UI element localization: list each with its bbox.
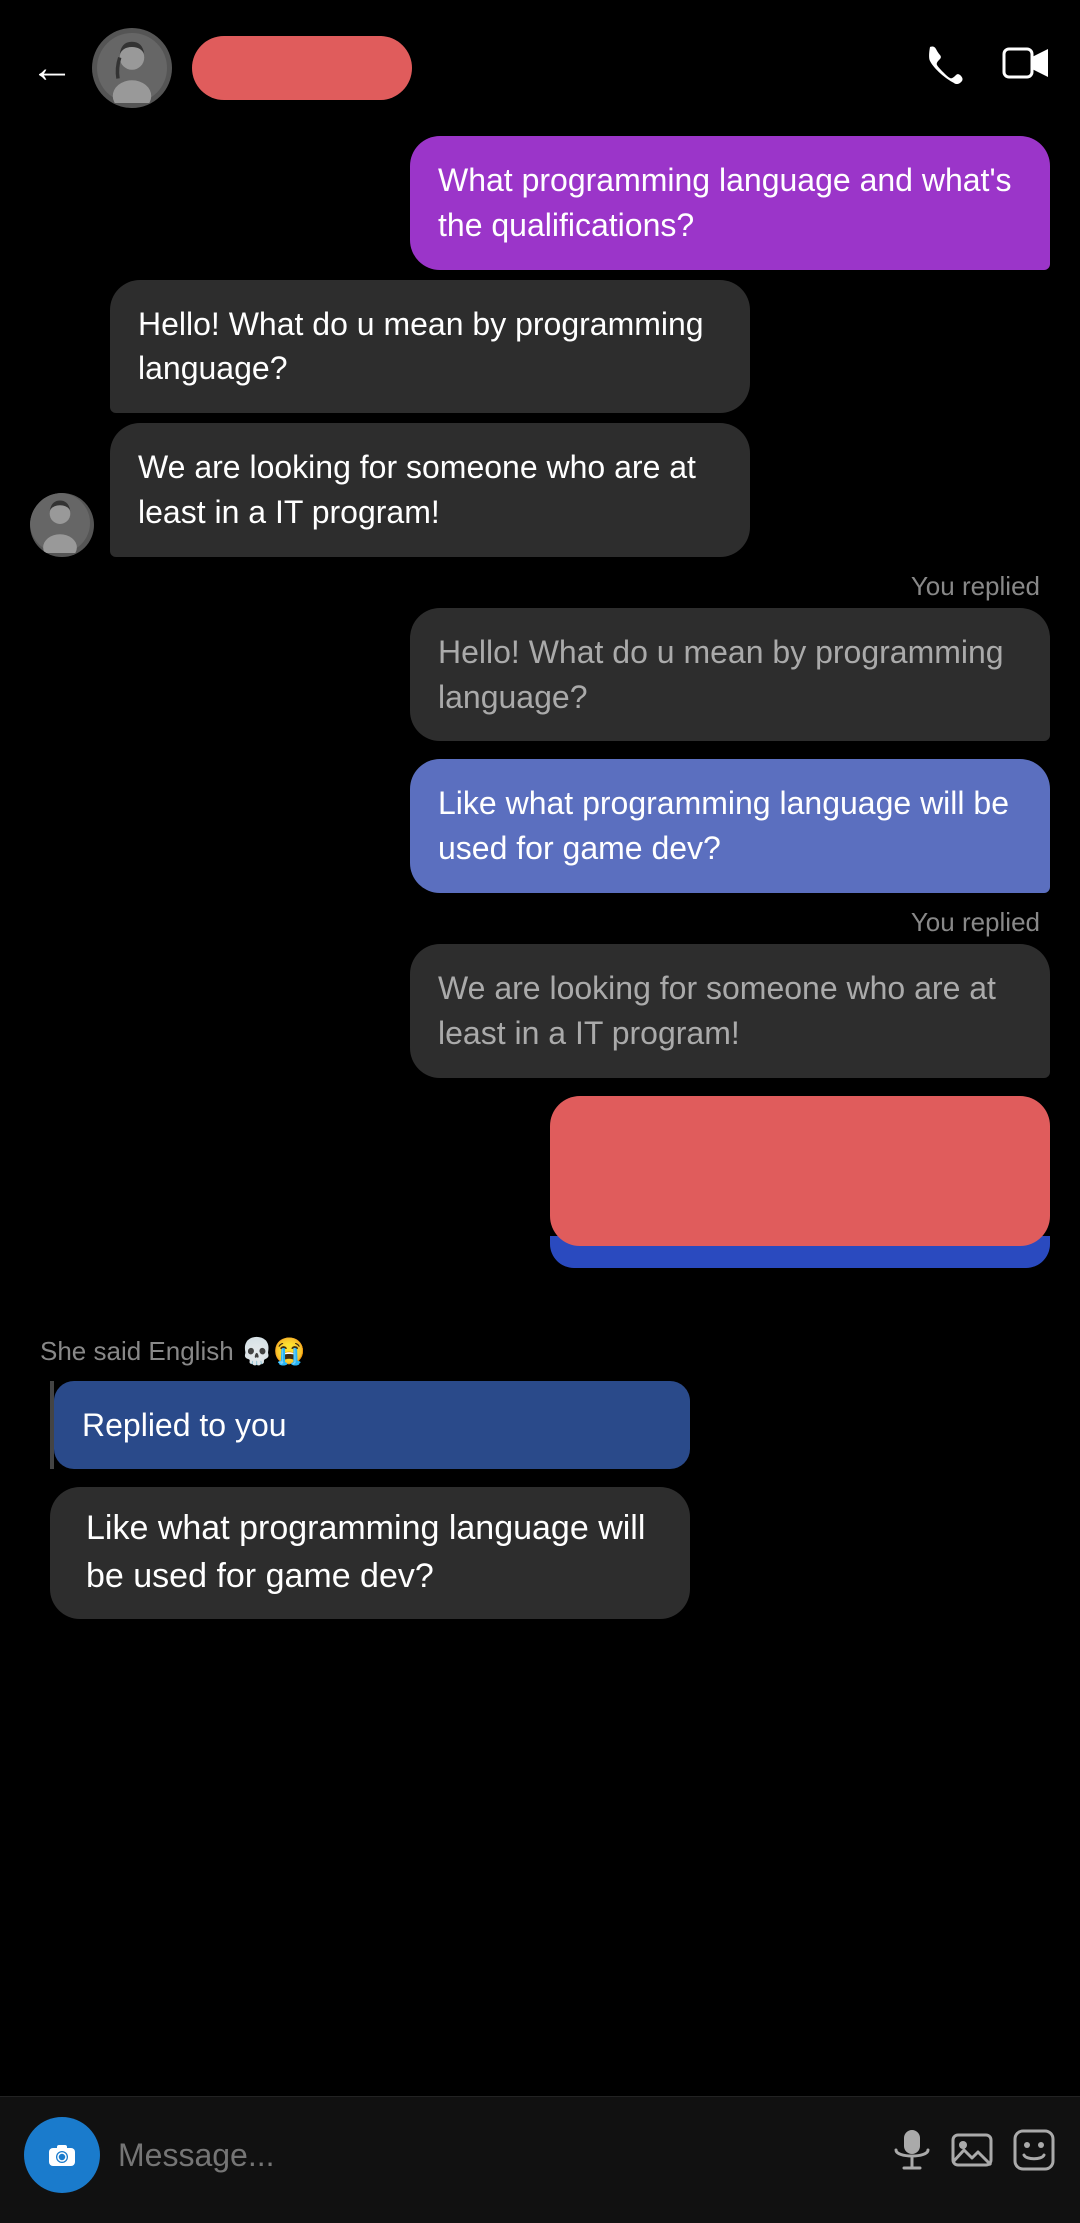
quoted-message-row: Hello! What do u mean by programming lan… [30, 608, 1050, 742]
image-icon[interactable] [950, 2128, 994, 2182]
sent-bubble: What programming language and what's the… [410, 136, 1050, 270]
message-row-english: Like what programming language will be u… [30, 1487, 1050, 1618]
sender-avatar [30, 493, 94, 557]
you-replied-label: You replied [30, 571, 1050, 602]
system-message [30, 1278, 1050, 1318]
input-bar [0, 2096, 1080, 2223]
received-bubble: Hello! What do u mean by programming lan… [110, 280, 750, 414]
chat-area: What programming language and what's the… [0, 126, 1080, 1789]
message-row: Hello! What do u mean by programming lan… [30, 280, 1050, 414]
redacted-message-row [30, 1096, 1050, 1268]
contact-avatar [92, 28, 172, 108]
mic-icon[interactable] [892, 2128, 932, 2182]
message-input[interactable] [118, 2121, 874, 2190]
contact-avatar-container[interactable] [92, 28, 172, 108]
back-button[interactable]: ← [30, 46, 74, 90]
call-icon[interactable] [922, 41, 966, 95]
header: ← [0, 0, 1080, 126]
quoted-bubble: Hello! What do u mean by programming lan… [410, 608, 1050, 742]
quoted-bubble-2: We are looking for someone who are at le… [410, 944, 1050, 1078]
message-row: What programming language and what's the… [30, 136, 1050, 270]
bottom-spacer [30, 1629, 1050, 1789]
video-call-icon[interactable] [1002, 41, 1050, 95]
header-actions [922, 41, 1050, 95]
sent-bubble: Like what programming language will be u… [410, 759, 1050, 893]
redacted-sent-bubble [550, 1096, 1050, 1268]
camera-icon [41, 2134, 83, 2176]
contact-name-redacted [192, 36, 412, 100]
you-replied-label-2: You replied [30, 907, 1050, 938]
message-row: Like what programming language will be u… [30, 759, 1050, 893]
sticker-icon[interactable] [1012, 2128, 1056, 2182]
reply-bubble: Replied to you [54, 1381, 690, 1470]
replied-to-you-label: She said English 💀😭 [30, 1336, 1050, 1367]
received-english-bubble: Like what programming language will be u… [50, 1487, 690, 1618]
avatar-image [97, 33, 167, 103]
reply-bubble-row: Replied to you [30, 1381, 1050, 1470]
quoted-message-row-2: We are looking for someone who are at le… [30, 944, 1050, 1078]
received-bubble: We are looking for someone who are at le… [110, 423, 750, 557]
camera-button[interactable] [24, 2117, 100, 2193]
message-row: We are looking for someone who are at le… [30, 423, 1050, 557]
